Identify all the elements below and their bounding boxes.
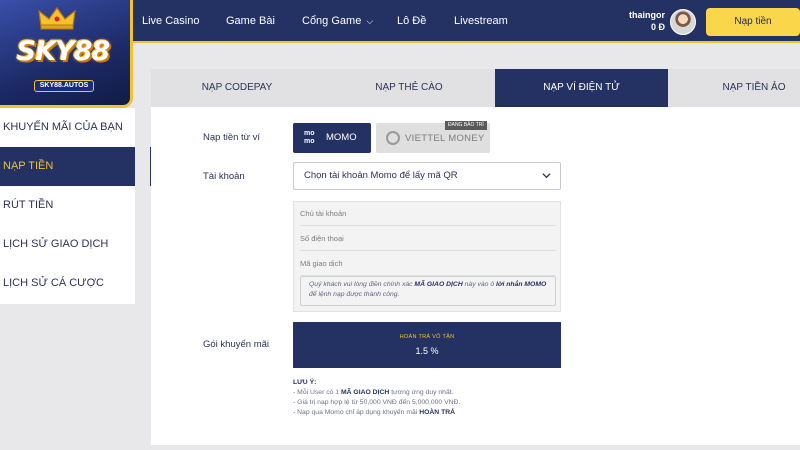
deposit-button[interactable]: Nạp tiền [706, 8, 800, 36]
brand-domain: SKY88.AUTOS [34, 80, 94, 92]
sidebar-item-khuyen-mai[interactable]: KHUYẾN MÃI CỦA BẠN [0, 108, 135, 147]
sidebar-item-nap-tien[interactable]: NẠP TIỀN [0, 147, 135, 186]
logo[interactable]: SKY88 SKY88.AUTOS [0, 0, 133, 108]
brand-name: SKY88 [16, 36, 111, 67]
note-line-2: - Giá trị nạp hợp lệ từ 50,000 VNĐ đến 5… [293, 399, 461, 406]
maintenance-badge: ĐANG BẢO TRÌ [445, 121, 487, 130]
tab-bar: NẠP CODEPAY NẠP THẺ CÀO NẠP VÍ ĐIỆN TỬ N… [151, 69, 800, 107]
chevron-down-icon: ⌵ [366, 16, 374, 26]
notice-text-3: để lệnh nạp được thành công. [309, 291, 400, 298]
momo-icon: mo mo [304, 130, 315, 145]
note-3-b: HOÀN TRẢ [419, 409, 456, 416]
note-line-3: - Nạp qua Momo chỉ áp dụng khuyến mãi HO… [293, 408, 593, 418]
nav-cong-game-label: Cổng Game [302, 15, 362, 27]
note-1-b: MÃ GIAO DỊCH [340, 389, 390, 396]
promo-percent: 1.5 % [415, 346, 439, 356]
account-info-box: Chủ tài khoản Số điện thoại Mã giao dịch… [293, 201, 561, 312]
sidebar-item-lich-su-giao-dich[interactable]: LỊCH SỬ GIAO DỊCH [0, 225, 135, 264]
tab-nap-vi-dien-tu[interactable]: NẠP VÍ ĐIỆN TỬ [495, 69, 668, 107]
account-label: Tài khoản [203, 171, 245, 182]
phone-field: Số điện thoại [300, 227, 556, 251]
nav-cong-game[interactable]: Cổng Game ⌵ [302, 0, 373, 43]
crown-icon [38, 6, 76, 30]
user-info[interactable]: thaingor 0 Đ [620, 9, 665, 33]
notice-bold-2: lời nhắn MOMO [496, 281, 547, 288]
note-1-c: tương ứng duy nhất. [389, 389, 454, 396]
promo-label: Gói khuyến mãi [203, 339, 270, 350]
notice-text-2: này vào ô [462, 281, 497, 288]
balance: 0 Đ [650, 22, 665, 32]
note-3-a: - Nạp qua Momo chỉ áp dụng khuyến mãi [293, 409, 420, 416]
sidebar-item-lich-su-ca-cuoc[interactable]: LỊCH SỬ CÁ CƯỢC [0, 264, 135, 303]
nav-livestream[interactable]: Livestream [454, 0, 508, 43]
promo-package-card[interactable]: HOÀN TRẢ VÔ TẬN 1.5 % [293, 322, 561, 368]
tab-nap-tien-ao[interactable]: NẠP TIỀN ẢO [668, 69, 800, 107]
notice-text-1: Quý khách vui lòng điền chính xác [309, 281, 415, 288]
tab-nap-codepay[interactable]: NẠP CODEPAY [151, 69, 323, 107]
wallet-label: Nạp tiền từ ví [203, 132, 261, 143]
chevron-down-icon [542, 173, 551, 179]
sidebar-item-rut-tien[interactable]: RÚT TIỀN [0, 186, 135, 225]
promo-name: HOÀN TRẢ VÔ TẬN [399, 334, 455, 340]
tab-nap-the-cao[interactable]: NẠP THẺ CÀO [323, 69, 495, 107]
nav-game-bai[interactable]: Game Bài [226, 0, 275, 43]
avatar[interactable] [670, 9, 696, 35]
wallet-momo-button[interactable]: mo mo MOMO [293, 123, 371, 153]
account-select[interactable]: Chọn tài khoản Momo để lấy mã QR [293, 162, 561, 190]
wallet-momo-label: MOMO [326, 132, 357, 143]
transaction-notice: Quý khách vui lòng điền chính xác MÃ GIA… [300, 276, 556, 306]
transaction-code-field: Mã giao dịch [300, 252, 556, 276]
notes: LƯU Ý: - Mỗi User có 1 MÃ GIAO DỊCH tươn… [293, 378, 593, 418]
sidebar: KHUYẾN MÃI CỦA BẠN NẠP TIỀN RÚT TIỀN LỊC… [0, 108, 135, 304]
notes-title: LƯU Ý: [293, 379, 317, 386]
username: thaingor [629, 10, 665, 20]
viettel-icon [386, 131, 400, 145]
nav-lo-de[interactable]: Lô Đề [397, 0, 426, 43]
nav-live-casino[interactable]: Live Casino [142, 0, 199, 43]
account-select-value: Chọn tài khoản Momo để lấy mã QR [304, 170, 458, 181]
note-line-1: - Mỗi User có 1 MÃ GIAO DỊCH tương ứng d… [293, 388, 593, 398]
notice-bold-1: MÃ GIAO DỊCH [414, 281, 463, 288]
deposit-panel: NẠP CODEPAY NẠP THẺ CÀO NẠP VÍ ĐIỆN TỬ N… [151, 69, 800, 445]
note-1-a: - Mỗi User có 1 [293, 389, 341, 396]
account-holder-field: Chủ tài khoản [300, 202, 556, 226]
